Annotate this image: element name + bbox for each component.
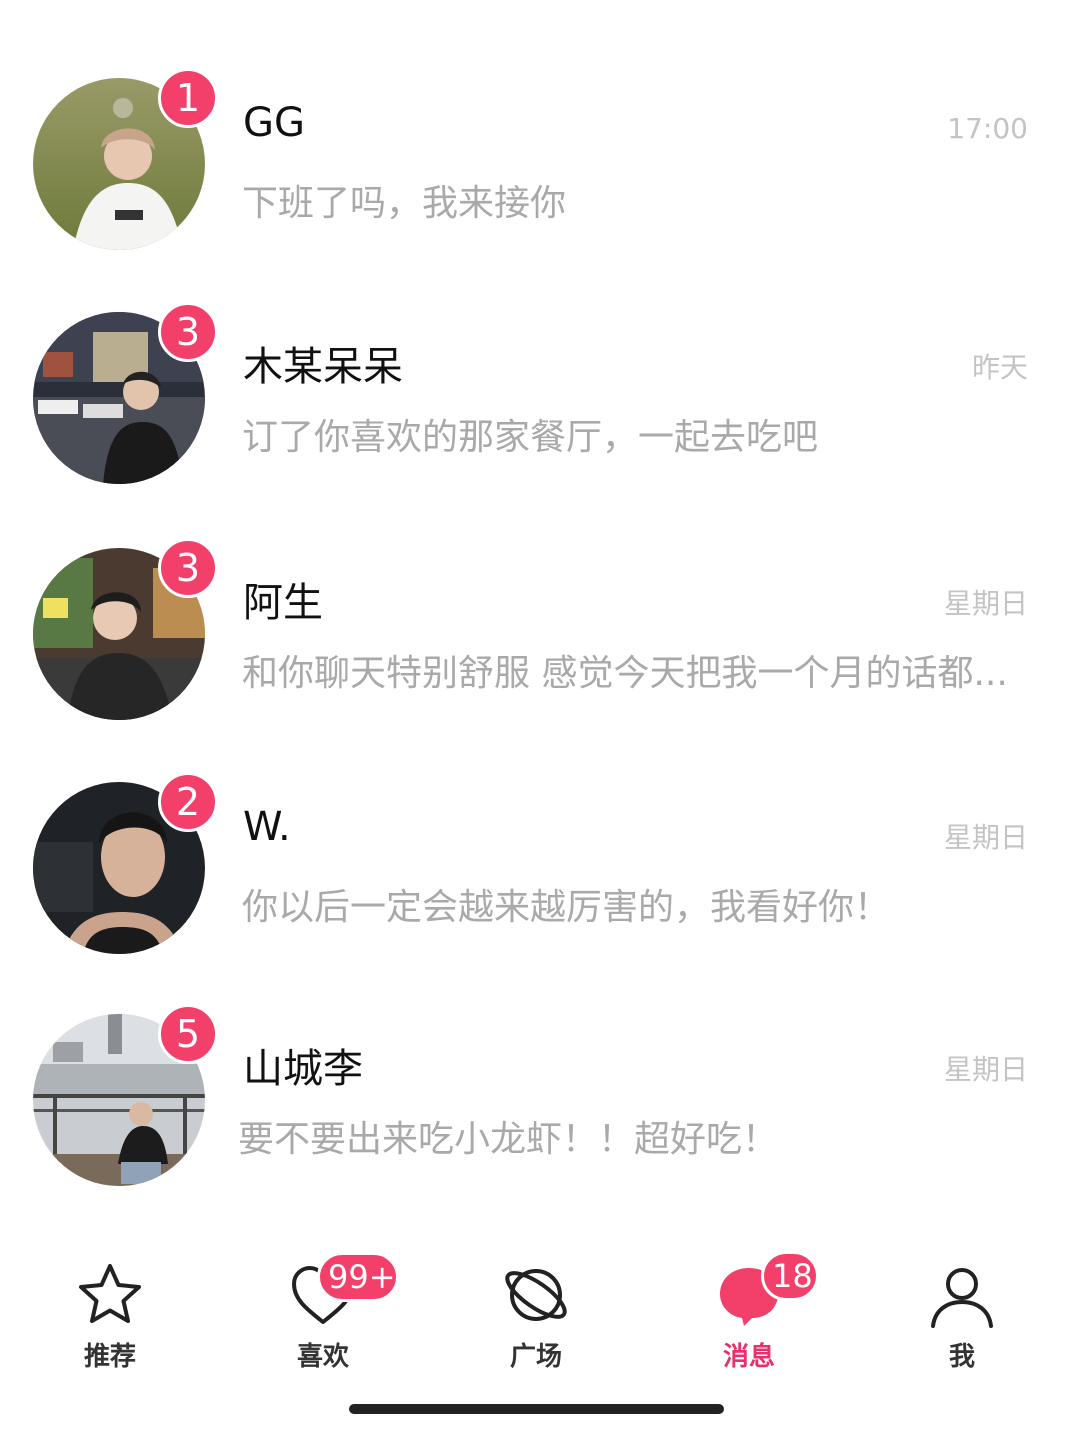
timestamp: 昨天	[971, 351, 1028, 384]
timestamp: 星期日	[943, 1053, 1028, 1086]
tab-likes[interactable]: 99+ 喜欢	[253, 1250, 399, 1380]
planet-icon	[505, 1269, 567, 1321]
person-icon	[931, 1268, 993, 1328]
contact-name: 木某呆呆	[243, 344, 403, 390]
unread-badge: 5	[158, 1004, 218, 1064]
message-preview: 和你聊天特别舒服 感觉今天把我一个月的话都...	[242, 653, 1008, 694]
contact-name: GG	[243, 100, 305, 146]
message-preview: 你以后一定会越来越厉害的，我看好你！	[242, 887, 891, 928]
timestamp: 17:00	[947, 112, 1028, 145]
timestamp: 星期日	[943, 821, 1028, 854]
chat-item-mumou[interactable]: 3 木某呆呆 昨天 订了你喜欢的那家餐厅，一起去吃吧	[0, 302, 1080, 512]
tab-recommend[interactable]: 推荐	[40, 1250, 180, 1380]
unread-badge: 3	[158, 302, 218, 362]
message-preview: 订了你喜欢的那家餐厅，一起去吃吧	[242, 417, 819, 458]
chat-item-gg[interactable]: 1 GG 17:00 下班了吗，我来接你	[0, 68, 1080, 278]
contact-name: W.	[243, 804, 291, 850]
contact-name: 阿生	[243, 580, 323, 626]
unread-badge: 1	[158, 68, 218, 128]
chat-item-asheng[interactable]: 3 阿生 星期日 和你聊天特别舒服 感觉今天把我一个月的话都...	[0, 538, 1080, 748]
unread-badge: 3	[158, 538, 218, 598]
likes-count-badge: 99+	[317, 1252, 399, 1302]
tab-label: 我	[948, 1342, 975, 1372]
home-indicator[interactable]	[349, 1404, 724, 1414]
tab-me[interactable]: 我	[892, 1250, 1032, 1380]
chat-item-w[interactable]: 2 W. 星期日 你以后一定会越来越厉害的，我看好你！	[0, 772, 1080, 982]
tab-messages[interactable]: 18 消息	[679, 1250, 819, 1380]
message-preview: 下班了吗，我来接你	[242, 183, 567, 224]
message-preview: 要不要出来吃小龙虾！！超好吃！	[238, 1119, 779, 1160]
unread-badge: 2	[158, 772, 218, 832]
chat-item-shanchengli[interactable]: 5 山城李 星期日 要不要出来吃小龙虾！！超好吃！	[0, 1004, 1080, 1214]
bottom-tab-bar: 推荐 99+ 喜欢 广场 18 消息 我	[0, 1250, 1080, 1390]
tab-square[interactable]: 广场	[466, 1250, 606, 1380]
tab-label: 喜欢	[296, 1342, 349, 1372]
contact-name: 山城李	[243, 1046, 363, 1092]
star-icon	[79, 1264, 141, 1323]
timestamp: 星期日	[943, 587, 1028, 620]
tab-label: 推荐	[83, 1342, 136, 1372]
tab-label: 消息	[722, 1342, 775, 1372]
messages-count-badge: 18	[761, 1251, 819, 1301]
tab-label: 广场	[509, 1342, 562, 1372]
